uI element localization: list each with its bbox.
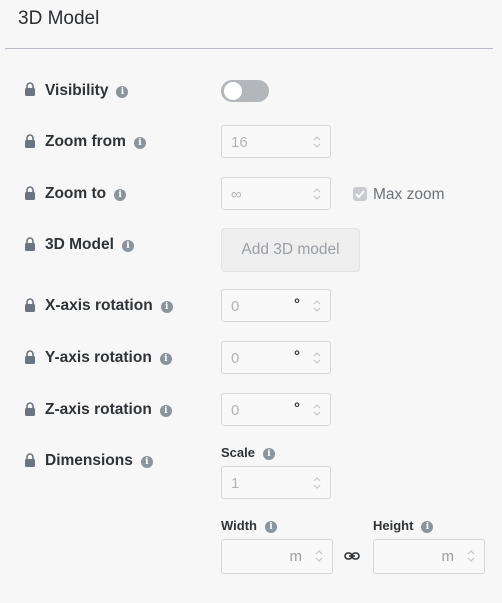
width-label: Width i (221, 518, 277, 533)
z-rotation-label: Z-axis rotation i (45, 401, 172, 419)
info-icon[interactable]: i (159, 405, 172, 417)
lock-icon[interactable] (24, 350, 36, 364)
stepper-icon[interactable] (313, 475, 321, 491)
dimensions-label: Dimensions i (45, 452, 153, 470)
info-icon[interactable]: i (114, 189, 127, 201)
scale-label: Scale i (221, 445, 275, 460)
stepper-icon[interactable] (467, 548, 475, 564)
max-zoom-checkbox[interactable] (353, 187, 367, 201)
lock-icon[interactable] (24, 186, 36, 200)
stepper-icon[interactable] (313, 298, 321, 314)
visibility-label: Visibility i (45, 82, 129, 100)
degree-unit: ° (294, 348, 300, 365)
stepper-icon[interactable] (313, 402, 321, 418)
stepper-icon[interactable] (315, 548, 323, 564)
scale-input[interactable]: 1 (221, 466, 331, 499)
lock-icon[interactable] (24, 237, 36, 251)
meter-unit: m (441, 548, 455, 565)
meter-unit: m (289, 548, 303, 565)
link-icon[interactable] (344, 550, 360, 562)
info-icon[interactable]: i (159, 353, 172, 365)
x-rotation-input[interactable]: 0 ° (221, 289, 331, 322)
info-icon[interactable]: i (121, 240, 134, 252)
lock-icon[interactable] (24, 134, 36, 148)
stepper-icon[interactable] (313, 186, 321, 202)
zoom-to-input[interactable]: ∞ (221, 177, 331, 210)
stepper-icon[interactable] (313, 134, 321, 150)
info-icon[interactable]: i (133, 137, 146, 149)
scale-value: 1 (231, 475, 240, 492)
zoom-from-input[interactable]: 16 (221, 125, 331, 158)
x-rotation-label: X-axis rotation i (45, 297, 173, 315)
info-icon[interactable]: i (140, 456, 153, 468)
info-icon[interactable]: i (160, 301, 173, 313)
info-icon[interactable]: i (262, 448, 275, 460)
y-rotation-input[interactable]: 0 ° (221, 341, 331, 374)
lock-icon[interactable] (24, 402, 36, 416)
info-icon[interactable]: i (116, 86, 129, 98)
lock-icon[interactable] (24, 298, 36, 312)
width-input[interactable]: m (221, 539, 333, 574)
zoom-to-value: ∞ (231, 186, 242, 203)
zoom-to-label: Zoom to i (45, 185, 127, 203)
model-label: 3D Model i (45, 236, 134, 254)
z-rotation-value: 0 (231, 402, 240, 419)
info-icon[interactable]: i (264, 521, 277, 533)
degree-unit: ° (294, 400, 300, 417)
lock-icon[interactable] (24, 453, 36, 467)
y-rotation-label: Y-axis rotation i (45, 349, 172, 367)
z-rotation-input[interactable]: 0 ° (221, 393, 331, 426)
visibility-toggle[interactable] (221, 80, 269, 102)
zoom-from-label: Zoom from i (45, 133, 146, 151)
x-rotation-value: 0 (231, 298, 240, 315)
height-input[interactable]: m (373, 539, 485, 574)
zoom-from-value: 16 (231, 134, 248, 151)
check-icon (355, 190, 365, 199)
info-icon[interactable]: i (421, 521, 434, 533)
y-rotation-value: 0 (231, 350, 240, 367)
toggle-knob (224, 82, 242, 100)
stepper-icon[interactable] (313, 350, 321, 366)
panel-title: 3D Model (18, 8, 100, 29)
lock-icon[interactable] (24, 82, 36, 96)
max-zoom-label[interactable]: Max zoom (373, 186, 445, 204)
title-divider (5, 48, 493, 49)
add-3d-model-button[interactable]: Add 3D model (221, 228, 360, 272)
height-label: Height i (373, 518, 434, 533)
degree-unit: ° (294, 296, 300, 313)
